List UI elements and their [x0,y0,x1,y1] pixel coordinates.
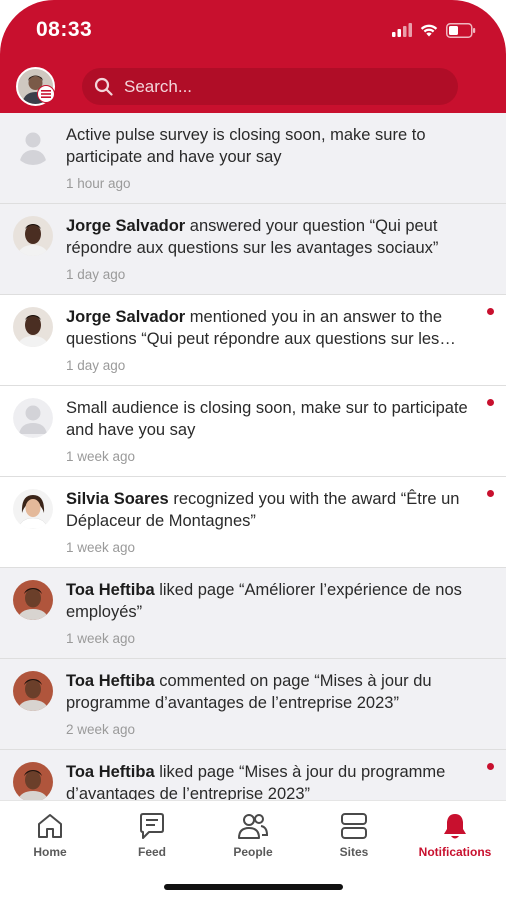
placeholder-person-icon [13,125,53,165]
wifi-icon [420,24,438,37]
notification-actor: Jorge Salvador [66,308,186,326]
notification-item[interactable]: Toa Heftiba commented on page “Mises à j… [0,659,506,750]
tab-label: Home [33,845,67,859]
toa-heftiba-avatar[interactable] [13,762,53,800]
notification-item[interactable]: Active pulse survey is closing soon, mak… [0,113,506,204]
phone-screen: 08:33 Search... Active pulse survey is c… [0,0,506,900]
battery-icon [446,22,476,38]
notification-text: Toa Heftiba commented on page “Mises à j… [66,670,478,714]
notification-actor: Silvia Soares [66,490,169,508]
notification-list[interactable]: Active pulse survey is closing soon, mak… [0,113,506,800]
notification-actor: Jorge Salvador [66,217,186,235]
search-icon [94,77,113,96]
tab-home[interactable]: Home [0,809,100,861]
notification-text: Toa Heftiba liked page “Améliorer l’expé… [66,579,478,623]
app-header: 08:33 Search... [0,0,506,113]
jorge-salvador-avatar[interactable] [13,216,53,256]
notification-text: Silvia Soares recognized you with the aw… [66,488,478,532]
tab-people[interactable]: People [203,809,303,861]
home-indicator[interactable] [164,884,343,890]
status-time: 08:33 [36,18,93,41]
tab-feed[interactable]: Feed [102,809,202,861]
unread-indicator [487,490,494,497]
toa-heftiba-avatar[interactable] [13,671,53,711]
notification-item[interactable]: Toa Heftiba liked page “Mises à jour du … [0,750,506,800]
notification-item[interactable]: Jorge Salvador answered your question “Q… [0,204,506,295]
notification-time: 1 week ago [66,631,136,646]
status-bar: 08:33 [0,0,506,60]
notification-time: 1 week ago [66,449,136,464]
sites-icon [341,813,367,839]
notification-item[interactable]: Silvia Soares recognized you with the aw… [0,477,506,568]
notification-text: Jorge Salvador mentioned you in an answe… [66,306,478,350]
notification-text: Toa Heftiba liked page “Mises à jour du … [66,761,478,800]
notification-message: Active pulse survey is closing soon, mak… [66,126,426,166]
tab-notifications[interactable]: Notifications [405,809,505,861]
notification-text: Active pulse survey is closing soon, mak… [66,124,478,168]
search-bar[interactable]: Search... [82,68,458,105]
notification-item[interactable]: Jorge Salvador mentioned you in an answe… [0,295,506,386]
notification-time: 1 hour ago [66,176,131,191]
tab-label: People [233,845,273,859]
notification-message: Small audience is closing soon, make sur… [66,399,468,439]
notification-time: 1 day ago [66,358,126,373]
notification-item[interactable]: Small audience is closing soon, make sur… [0,386,506,477]
search-placeholder: Search... [124,77,193,96]
notification-time: 2 week ago [66,722,136,737]
silvia-soares-avatar[interactable] [13,489,53,529]
people-icon [238,814,269,839]
unread-indicator [487,308,494,315]
toa-heftiba-avatar[interactable] [13,580,53,620]
bell-icon [444,814,466,839]
notification-time: 1 day ago [66,267,126,282]
tab-label: Notifications [418,845,492,859]
status-icons [392,22,476,38]
placeholder-person-icon [13,398,53,438]
tab-label: Sites [339,845,369,859]
jorge-salvador-avatar[interactable] [13,307,53,347]
notification-text: Jorge Salvador answered your question “Q… [66,215,478,259]
home-icon [38,814,62,838]
notification-time: 1 week ago [66,540,136,555]
unread-indicator [487,399,494,406]
notification-actor: Toa Heftiba [66,672,155,690]
profile-menu-badge-icon [37,85,55,103]
tab-label: Feed [137,845,166,859]
unread-indicator [487,763,494,770]
notification-text: Small audience is closing soon, make sur… [66,397,478,441]
signal-icon [392,23,412,37]
notification-actor: Toa Heftiba [66,581,155,599]
notification-item[interactable]: Toa Heftiba liked page “Améliorer l’expé… [0,568,506,659]
notification-actor: Toa Heftiba [66,763,155,781]
feed-icon [140,813,164,839]
tab-sites[interactable]: Sites [304,809,404,861]
